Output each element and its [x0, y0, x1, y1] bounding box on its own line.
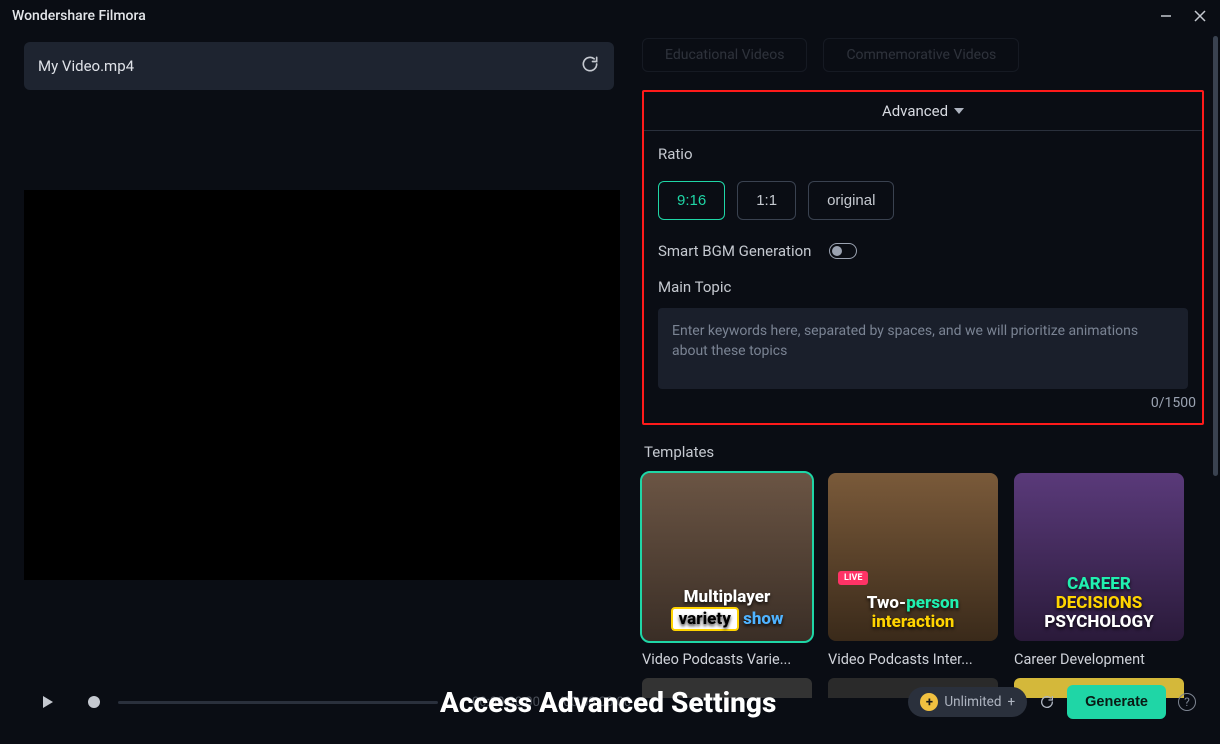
template-overlay-text: CAREER: [1067, 574, 1131, 594]
template-overlay-text: person: [906, 593, 959, 613]
chevron-down-icon: [954, 108, 964, 114]
overlay-caption: Access Advanced Settings: [440, 686, 776, 719]
seek-handle[interactable]: [88, 696, 100, 708]
file-name: My Video.mp4: [38, 57, 134, 75]
template-thumbnail[interactable]: Multiplayer variety show: [642, 473, 812, 641]
ratio-option-1-1[interactable]: 1:1: [737, 181, 796, 220]
templates-label: Templates: [644, 443, 1204, 461]
category-chip[interactable]: Commemorative Videos: [823, 38, 1019, 72]
plus-small-icon: +: [1007, 694, 1015, 710]
minimize-button[interactable]: [1158, 8, 1174, 24]
bgm-label: Smart BGM Generation: [658, 242, 811, 260]
video-preview[interactable]: [24, 190, 620, 580]
main-topic-placeholder: Enter keywords here, separated by spaces…: [672, 322, 1174, 361]
seek-track[interactable]: [118, 701, 438, 704]
template-title: Video Podcasts Inter...: [828, 651, 998, 668]
divider: [644, 130, 1202, 131]
live-badge: LIVE: [838, 571, 868, 585]
scrollbar-thumb[interactable]: [1213, 36, 1218, 476]
file-row[interactable]: My Video.mp4: [24, 42, 614, 90]
credits-label: Unlimited: [944, 694, 1001, 710]
window-title: Wondershare Filmora: [12, 8, 146, 24]
template-title: Career Development: [1014, 651, 1184, 668]
generate-button[interactable]: Generate: [1067, 685, 1166, 719]
ratio-option-original[interactable]: original: [808, 181, 894, 220]
char-counter: 0/1500: [644, 395, 1196, 411]
ratio-option-9-16[interactable]: 9:16: [658, 181, 725, 220]
main-topic-label: Main Topic: [658, 278, 1202, 296]
advanced-toggle[interactable]: Advanced: [644, 92, 1202, 130]
template-overlay-text: interaction: [872, 612, 955, 632]
help-button[interactable]: ?: [1178, 693, 1196, 711]
category-chip[interactable]: Educational Videos: [642, 38, 807, 72]
advanced-label: Advanced: [882, 102, 948, 120]
credits-pill[interactable]: + Unlimited +: [908, 687, 1027, 717]
bgm-toggle[interactable]: [829, 243, 857, 259]
template-overlay-text: Multiplayer: [684, 587, 771, 607]
close-button[interactable]: [1192, 8, 1208, 24]
template-overlay-text: show: [743, 609, 783, 629]
plus-icon: +: [920, 693, 938, 711]
refresh-icon[interactable]: [1039, 694, 1055, 710]
template-thumbnail[interactable]: CAREER DECISIONS PSYCHOLOGY: [1014, 473, 1184, 641]
template-overlay-text: DECISIONS: [1056, 593, 1143, 613]
template-title: Video Podcasts Varie...: [642, 651, 812, 668]
refresh-icon[interactable]: [580, 54, 600, 78]
template-thumbnail[interactable]: LIVE Two-person interaction: [828, 473, 998, 641]
main-topic-input[interactable]: Enter keywords here, separated by spaces…: [658, 308, 1188, 389]
template-overlay-text: Two-: [867, 593, 906, 613]
template-overlay-text: PSYCHOLOGY: [1044, 612, 1153, 632]
template-overlay-text: variety: [671, 607, 739, 632]
advanced-settings-panel: Advanced Ratio 9:16 1:1 original Smart B…: [642, 90, 1204, 425]
ratio-label: Ratio: [658, 145, 1202, 163]
play-button[interactable]: [40, 694, 56, 710]
